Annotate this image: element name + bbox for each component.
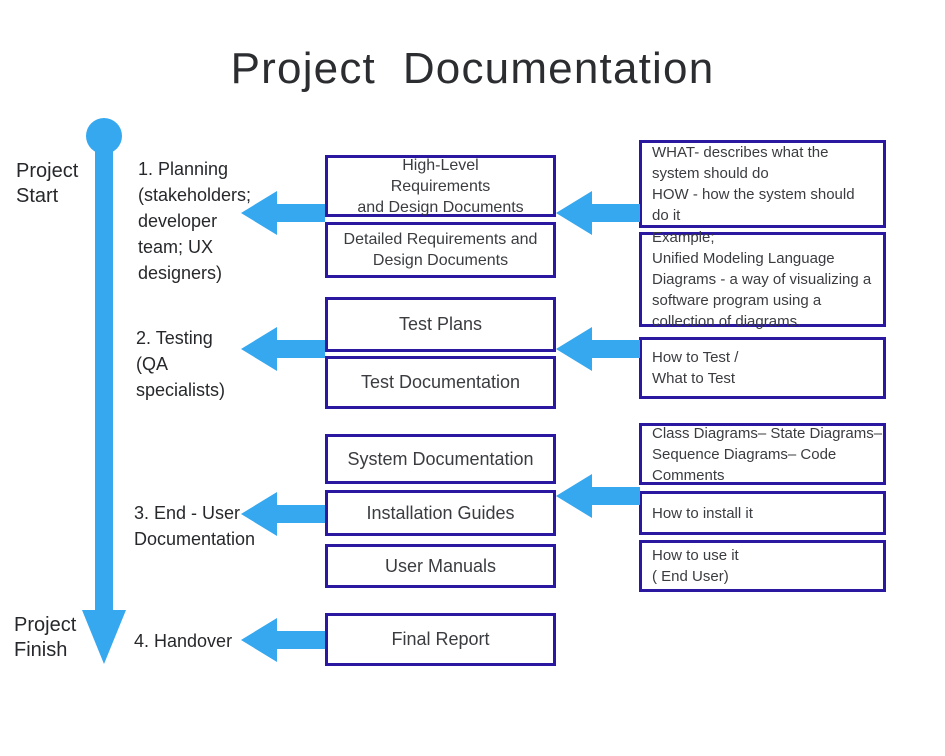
document-box-label: Detailed Requirements and Design Documen… xyxy=(343,231,538,269)
note-box-label: Example; Unified Modeling Language Diagr… xyxy=(652,229,872,330)
document-box-high-level-requirements[interactable]: High-Level Requirements and Design Docum… xyxy=(325,155,556,217)
document-box-label: System Documentation xyxy=(347,448,534,469)
document-box-label: Installation Guides xyxy=(366,502,515,523)
document-box-test-plans[interactable]: Test Plans xyxy=(325,297,556,352)
note-box-uml-example[interactable]: Example; Unified Modeling Language Diagr… xyxy=(639,229,886,330)
note-box-label: How to Test / What to Test xyxy=(652,349,739,387)
arrow-left-notes-testing xyxy=(556,327,640,371)
document-box-label: Test Documentation xyxy=(360,372,521,392)
arrow-left-notes-end-user-documentation xyxy=(556,474,640,518)
arrow-left-notes-planning xyxy=(556,191,640,235)
document-box-test-documentation[interactable]: Test Documentation xyxy=(325,356,556,409)
page-title: Project Documentation xyxy=(230,44,715,93)
project-finish-label: Project Finish xyxy=(14,614,77,661)
project-start-label: Project Start xyxy=(16,160,79,207)
document-box-label: User Manuals xyxy=(384,555,497,576)
note-box-label: How to use it ( End User) xyxy=(652,547,739,585)
stage-label-testing: 2. Testing (QA specialists) xyxy=(136,328,226,400)
document-box-installation-guides[interactable]: Installation Guides xyxy=(325,490,556,536)
document-box-detailed-requirements[interactable]: Detailed Requirements and Design Documen… xyxy=(325,222,556,278)
arrow-left-testing xyxy=(241,327,325,371)
note-box-how-what-to-test[interactable]: How to Test / What to Test xyxy=(639,337,886,399)
note-box-diagram-types[interactable]: Class Diagrams– State Diagrams– Sequence… xyxy=(639,423,886,485)
arrow-left-planning xyxy=(241,191,325,235)
document-box-label: Test Plans xyxy=(398,314,483,334)
note-box-label: WHAT- describes what the system should d… xyxy=(652,144,855,224)
document-box-user-manuals[interactable]: User Manuals xyxy=(325,544,556,588)
document-box-label: Final Report xyxy=(391,629,490,649)
document-box-final-report[interactable]: Final Report xyxy=(325,613,556,666)
document-box-label: High-Level Requirements and Design Docum… xyxy=(357,156,524,216)
note-box-how-to-install[interactable]: How to install it xyxy=(639,491,886,535)
note-box-what-how[interactable]: WHAT- describes what the system should d… xyxy=(639,140,886,228)
note-box-label: Class Diagrams– State Diagrams– Sequence… xyxy=(652,424,883,484)
arrow-left-handover xyxy=(241,618,325,662)
document-box-system-documentation[interactable]: System Documentation xyxy=(325,434,556,484)
arrow-left-end-user-documentation xyxy=(241,492,325,536)
stage-label-planning: 1. Planning (stakeholders; developer tea… xyxy=(138,159,252,283)
note-box-label: How to install it xyxy=(652,504,753,522)
diagram-canvas: Project Documentation Project Start Proj… xyxy=(0,0,945,756)
note-box-how-to-use[interactable]: How to use it ( End User) xyxy=(639,540,886,592)
